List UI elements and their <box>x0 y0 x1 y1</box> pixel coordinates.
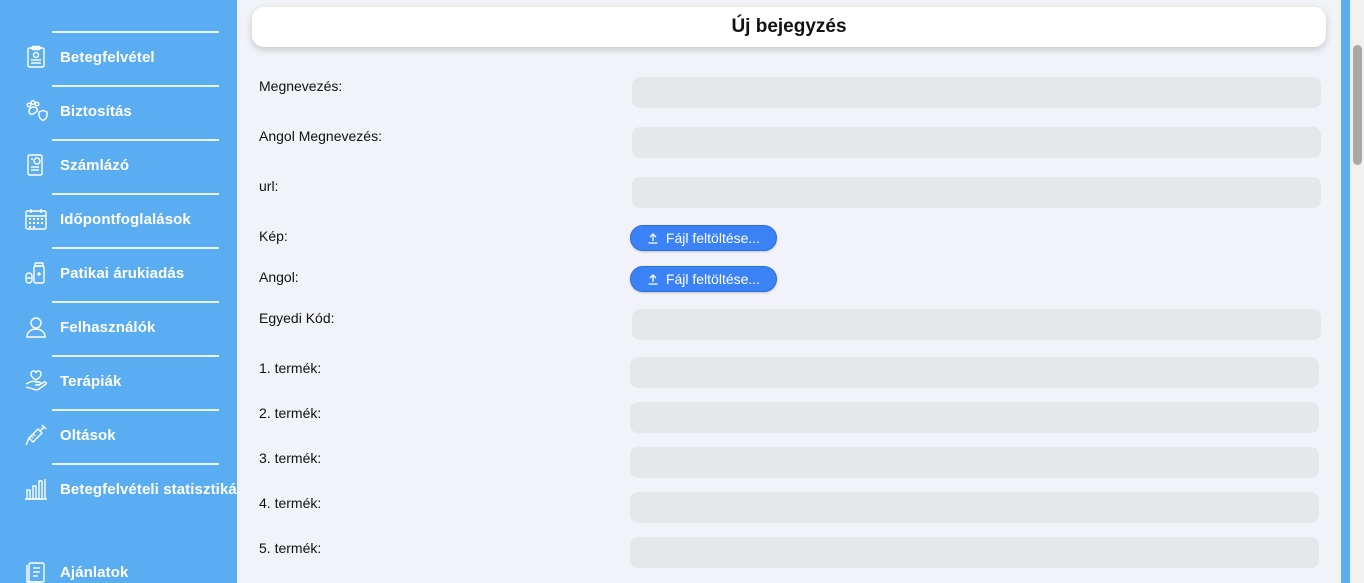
paw-shield-icon <box>24 98 48 124</box>
nav-divider <box>52 355 219 357</box>
product-3-label: 3. termék: <box>259 450 322 466</box>
url-input[interactable] <box>632 177 1321 208</box>
sidebar-item-label: Oltások <box>60 426 116 444</box>
calendar-icon <box>24 206 48 232</box>
english-upload-button[interactable]: Fájl feltöltése... <box>630 266 777 292</box>
sidebar-item-ajanlatok[interactable]: Ajánlatok <box>24 557 238 583</box>
sidebar-item-label: Időpontfoglalások <box>60 210 191 228</box>
sidebar-item-label: Betegfelvétel <box>60 48 155 66</box>
page-title: Új bejegyzés <box>731 16 847 37</box>
medicine-icon <box>24 260 48 286</box>
user-icon <box>24 314 48 340</box>
sidebar-item-label: Biztosítás <box>60 102 132 120</box>
sidebar-item-betegfelvetel[interactable]: Betegfelvétel <box>24 42 238 72</box>
upload-icon <box>648 233 658 244</box>
bar-chart-icon <box>24 476 48 502</box>
sidebar-item-label: Patikai árukiadás <box>60 264 185 282</box>
invoice-icon <box>24 152 48 178</box>
upload-button-label: Fájl feltöltése... <box>665 271 761 287</box>
page-header: Új bejegyzés <box>252 7 1326 47</box>
url-label: url: <box>259 178 279 194</box>
sidebar-item-biztositas[interactable]: Biztosítás <box>24 96 238 126</box>
product-3-input[interactable] <box>630 447 1319 478</box>
product-4-input[interactable] <box>630 492 1319 523</box>
sidebar-item-label: Számlázó <box>60 156 130 174</box>
nav-divider <box>52 193 219 195</box>
product-5-input[interactable] <box>630 537 1319 568</box>
sidebar-item-label: Terápiák <box>60 372 122 390</box>
nav-divider <box>52 301 219 303</box>
product-5-label: 5. termék: <box>259 540 322 556</box>
sidebar-item-idopontfoglalasok[interactable]: Időpontfoglalások <box>24 204 238 234</box>
sidebar: Betegfelvétel Biztosítás Számlázó Időpon… <box>0 0 245 583</box>
hand-heart-icon <box>24 368 48 394</box>
sidebar-item-label: Felhasználók <box>60 318 156 336</box>
product-2-input[interactable] <box>630 402 1319 433</box>
english-name-label: Angol Megnevezés: <box>259 128 382 144</box>
sidebar-item-oltasok[interactable]: Oltások <box>24 420 238 450</box>
name-label: Megnevezés: <box>259 78 343 94</box>
image-upload-button[interactable]: Fájl feltöltése... <box>630 225 777 251</box>
nav-divider <box>52 31 219 33</box>
english-name-input[interactable] <box>632 127 1321 158</box>
document-icon <box>24 559 48 583</box>
upload-button-label: Fájl feltöltése... <box>665 230 761 246</box>
image-label: Kép: <box>259 228 288 244</box>
name-input[interactable] <box>632 77 1321 108</box>
sidebar-item-patikai-arukiadas[interactable]: Patikai árukiadás <box>24 258 238 288</box>
sidebar-item-felhasznalok[interactable]: Felhasználók <box>24 312 238 342</box>
sidebar-item-label: Betegfelvételi statisztikák <box>60 480 246 498</box>
english-label: Angol: <box>259 269 299 285</box>
nav-divider <box>52 139 219 141</box>
sidebar-item-terapiak[interactable]: Terápiák <box>24 366 238 396</box>
nav-divider <box>52 463 219 465</box>
unique-code-label: Egyedi Kód: <box>259 310 335 326</box>
scrollbar-thumb[interactable] <box>1353 45 1362 165</box>
unique-code-input[interactable] <box>632 309 1321 340</box>
product-2-label: 2. termék: <box>259 405 322 421</box>
syringe-icon <box>24 422 48 448</box>
upload-icon <box>648 274 658 285</box>
clipboard-icon <box>24 44 48 70</box>
page-scrollbar[interactable] <box>1341 0 1364 583</box>
product-4-label: 4. termék: <box>259 495 322 511</box>
main-content: Új bejegyzés Megnevezés: Angol Megnevezé… <box>237 0 1341 583</box>
nav-divider <box>52 85 219 87</box>
product-1-input[interactable] <box>630 357 1319 388</box>
nav-divider <box>52 409 219 411</box>
sidebar-item-label: Ajánlatok <box>60 563 129 581</box>
sidebar-item-szamlazo[interactable]: Számlázó <box>24 150 238 180</box>
sidebar-item-betegfelveteli-statisztikak[interactable]: Betegfelvételi statisztikák <box>24 474 245 504</box>
product-1-label: 1. termék: <box>259 360 322 376</box>
nav-divider <box>52 247 219 249</box>
